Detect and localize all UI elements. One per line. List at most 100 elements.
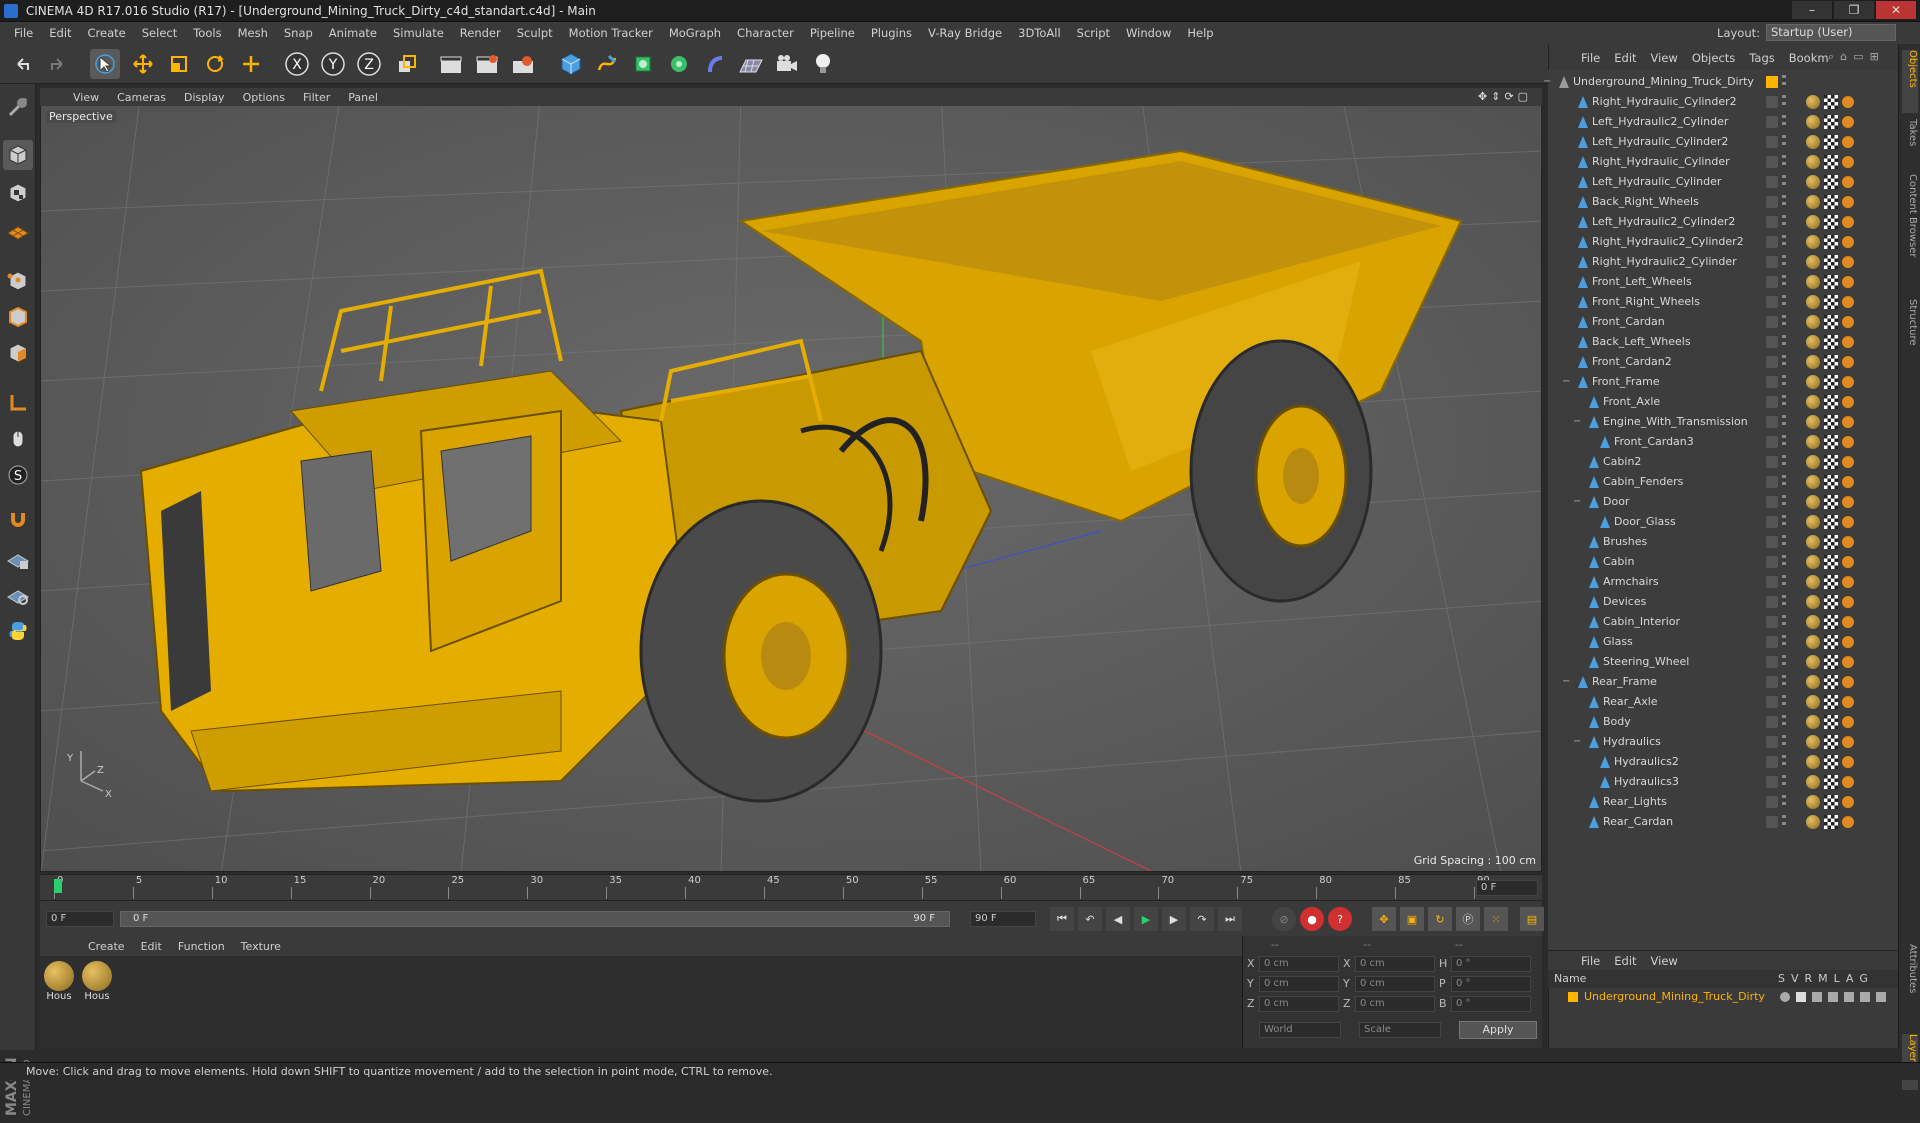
phong-tag-icon[interactable]: [1842, 96, 1854, 108]
phong-tag-icon[interactable]: [1842, 376, 1854, 388]
render-visibility-dots[interactable]: [1782, 115, 1786, 129]
current-frame-field[interactable]: 0 F: [1476, 880, 1538, 896]
uvw-tag-icon[interactable]: [1824, 515, 1838, 529]
material-tag-icon[interactable]: [1806, 215, 1820, 229]
editor-visibility-icon[interactable]: [1766, 636, 1778, 648]
phong-tag-icon[interactable]: [1842, 776, 1854, 788]
menu-render[interactable]: Render: [452, 26, 509, 40]
material-tag-icon[interactable]: [1806, 235, 1820, 249]
editor-visibility-icon[interactable]: [1766, 376, 1778, 388]
uvw-tag-icon[interactable]: [1824, 735, 1838, 749]
phong-tag-icon[interactable]: [1842, 816, 1854, 828]
coordinate-space-dropdown[interactable]: World: [1259, 1022, 1341, 1038]
render-visibility-dots[interactable]: [1782, 715, 1786, 729]
coord-rotation-h-field[interactable]: 0 °: [1451, 956, 1531, 972]
uvw-tag-icon[interactable]: [1824, 95, 1838, 109]
next-keyframe-button[interactable]: ↷: [1190, 907, 1214, 931]
rotate-tool-button[interactable]: [200, 49, 230, 79]
object-row[interactable]: Rear_Axle: [1548, 692, 1898, 712]
object-tree[interactable]: − Underground_Mining_Truck_Dirty Right_Hyd…: [1543, 70, 1898, 950]
phong-tag-icon[interactable]: [1842, 296, 1854, 308]
editor-visibility-icon[interactable]: [1766, 756, 1778, 768]
material-tag-icon[interactable]: [1806, 815, 1820, 829]
editor-visibility-icon[interactable]: [1766, 396, 1778, 408]
object-row[interactable]: Body: [1548, 712, 1898, 732]
editor-visibility-icon[interactable]: [1766, 316, 1778, 328]
material-tags[interactable]: [1806, 355, 1866, 369]
material-tag-icon[interactable]: [1806, 655, 1820, 669]
object-row[interactable]: Door_Glass: [1548, 512, 1898, 532]
y-axis-lock-button[interactable]: Y: [318, 49, 348, 79]
render-visibility-dots[interactable]: [1782, 515, 1786, 529]
viewport-menu-filter[interactable]: Filter: [294, 91, 339, 104]
object-row[interactable]: Hydraulics3: [1548, 772, 1898, 792]
uvw-tag-icon[interactable]: [1824, 275, 1838, 289]
editor-visibility-icon[interactable]: [1766, 236, 1778, 248]
edges-mode-button[interactable]: [3, 302, 33, 332]
uvw-tag-icon[interactable]: [1824, 635, 1838, 649]
uvw-tag-icon[interactable]: [1824, 775, 1838, 789]
object-row[interactable]: Back_Right_Wheels: [1548, 192, 1898, 212]
next-frame-button[interactable]: ▶: [1162, 907, 1186, 931]
phong-tag-icon[interactable]: [1842, 396, 1854, 408]
coord-rotation-p-field[interactable]: 0 °: [1451, 976, 1531, 992]
orbit-icon[interactable]: ⟳: [1504, 90, 1513, 103]
render-visibility-dots[interactable]: [1782, 595, 1786, 609]
render-visibility-dots[interactable]: [1782, 615, 1786, 629]
material-tags[interactable]: [1806, 235, 1866, 249]
scale-tool-button[interactable]: [164, 49, 194, 79]
coord-size-z-field[interactable]: 0 cm: [1355, 996, 1435, 1012]
material-tag-icon[interactable]: [1806, 695, 1820, 709]
phong-tag-icon[interactable]: [1842, 636, 1854, 648]
axis-mode-button[interactable]: [3, 388, 33, 418]
uvw-tag-icon[interactable]: [1824, 655, 1838, 669]
material-tag-icon[interactable]: [1806, 775, 1820, 789]
editor-visibility-icon[interactable]: [1766, 196, 1778, 208]
material-tags[interactable]: [1806, 395, 1866, 409]
phong-tag-icon[interactable]: [1842, 236, 1854, 248]
expand-toggle-icon[interactable]: −: [1562, 372, 1570, 392]
material-tags[interactable]: [1806, 335, 1866, 349]
z-axis-lock-button[interactable]: Z: [354, 49, 384, 79]
object-menu-objects[interactable]: Objects: [1685, 51, 1742, 65]
uvw-tag-icon[interactable]: [1824, 255, 1838, 269]
material-tag-icon[interactable]: [1806, 295, 1820, 309]
phong-tag-icon[interactable]: [1842, 596, 1854, 608]
uvw-tag-icon[interactable]: [1824, 375, 1838, 389]
phong-tag-icon[interactable]: [1842, 656, 1854, 668]
layer-toggles[interactable]: [1780, 992, 1890, 1002]
material-tag-icon[interactable]: [1806, 555, 1820, 569]
material-menu-texture[interactable]: Texture: [233, 940, 289, 953]
new-view-icon[interactable]: ▭: [1853, 50, 1863, 64]
uvw-tag-icon[interactable]: [1824, 355, 1838, 369]
timeline-window-icon[interactable]: ▤: [1520, 907, 1544, 931]
maximize-button[interactable]: ❐: [1834, 1, 1874, 19]
go-to-start-button[interactable]: ⏮: [1050, 907, 1074, 931]
editor-visibility-icon[interactable]: [1766, 656, 1778, 668]
menu-file[interactable]: File: [6, 26, 41, 40]
material-tag-icon[interactable]: [1806, 595, 1820, 609]
material-tag-icon[interactable]: [1806, 615, 1820, 629]
previous-frame-button[interactable]: ◀: [1106, 907, 1130, 931]
phong-tag-icon[interactable]: [1842, 496, 1854, 508]
layer-menu-edit[interactable]: Edit: [1607, 954, 1643, 968]
material-tags[interactable]: [1806, 575, 1866, 589]
uvw-tag-icon[interactable]: [1824, 415, 1838, 429]
cloner-button[interactable]: [664, 49, 694, 79]
object-row[interactable]: Back_Left_Wheels: [1548, 332, 1898, 352]
render-visibility-dots[interactable]: [1782, 195, 1786, 209]
uvw-tag-icon[interactable]: [1824, 475, 1838, 489]
uvw-tag-icon[interactable]: [1824, 135, 1838, 149]
phong-tag-icon[interactable]: [1842, 156, 1854, 168]
render-visibility-dots[interactable]: [1782, 795, 1786, 809]
layer-generator-icon[interactable]: [1876, 992, 1886, 1002]
material-tag-icon[interactable]: [1806, 375, 1820, 389]
object-row[interactable]: − Engine_With_Transmission: [1548, 412, 1898, 432]
material-tags[interactable]: [1806, 315, 1866, 329]
material-tag-icon[interactable]: [1806, 575, 1820, 589]
uvw-tag-icon[interactable]: [1824, 435, 1838, 449]
object-row[interactable]: Front_Right_Wheels: [1548, 292, 1898, 312]
right-tab-attributes[interactable]: Attributes: [1902, 944, 1918, 1028]
editor-visibility-icon[interactable]: [1766, 796, 1778, 808]
pan-icon[interactable]: ✥: [1478, 90, 1487, 103]
